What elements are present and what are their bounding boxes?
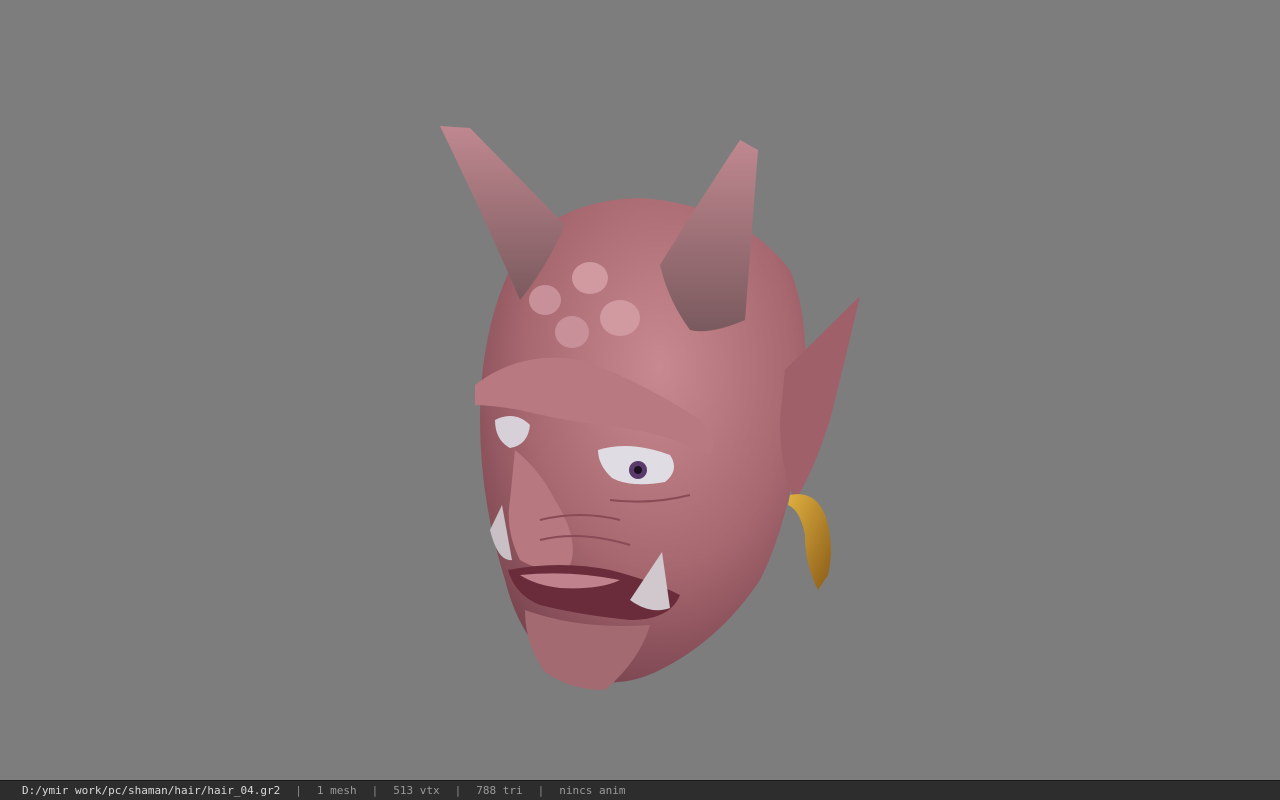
earring bbox=[788, 494, 831, 590]
3d-viewport[interactable] bbox=[0, 0, 1280, 780]
vertex-count: 513 vtx bbox=[393, 784, 440, 797]
model-render bbox=[440, 126, 860, 690]
triangle-count: 788 tri bbox=[476, 784, 523, 797]
status-bar: D:/ymir work/pc/shaman/hair/hair_04.gr2 … bbox=[0, 780, 1280, 800]
separator: | bbox=[295, 784, 302, 797]
separator: | bbox=[371, 784, 379, 797]
separator: | bbox=[537, 784, 545, 797]
mesh-count: 1 mesh bbox=[316, 784, 357, 797]
separator: | bbox=[454, 784, 462, 797]
anim-status: nincs anim bbox=[559, 784, 626, 797]
file-path: D:/ymir work/pc/shaman/hair/hair_04.gr2 bbox=[22, 784, 281, 797]
